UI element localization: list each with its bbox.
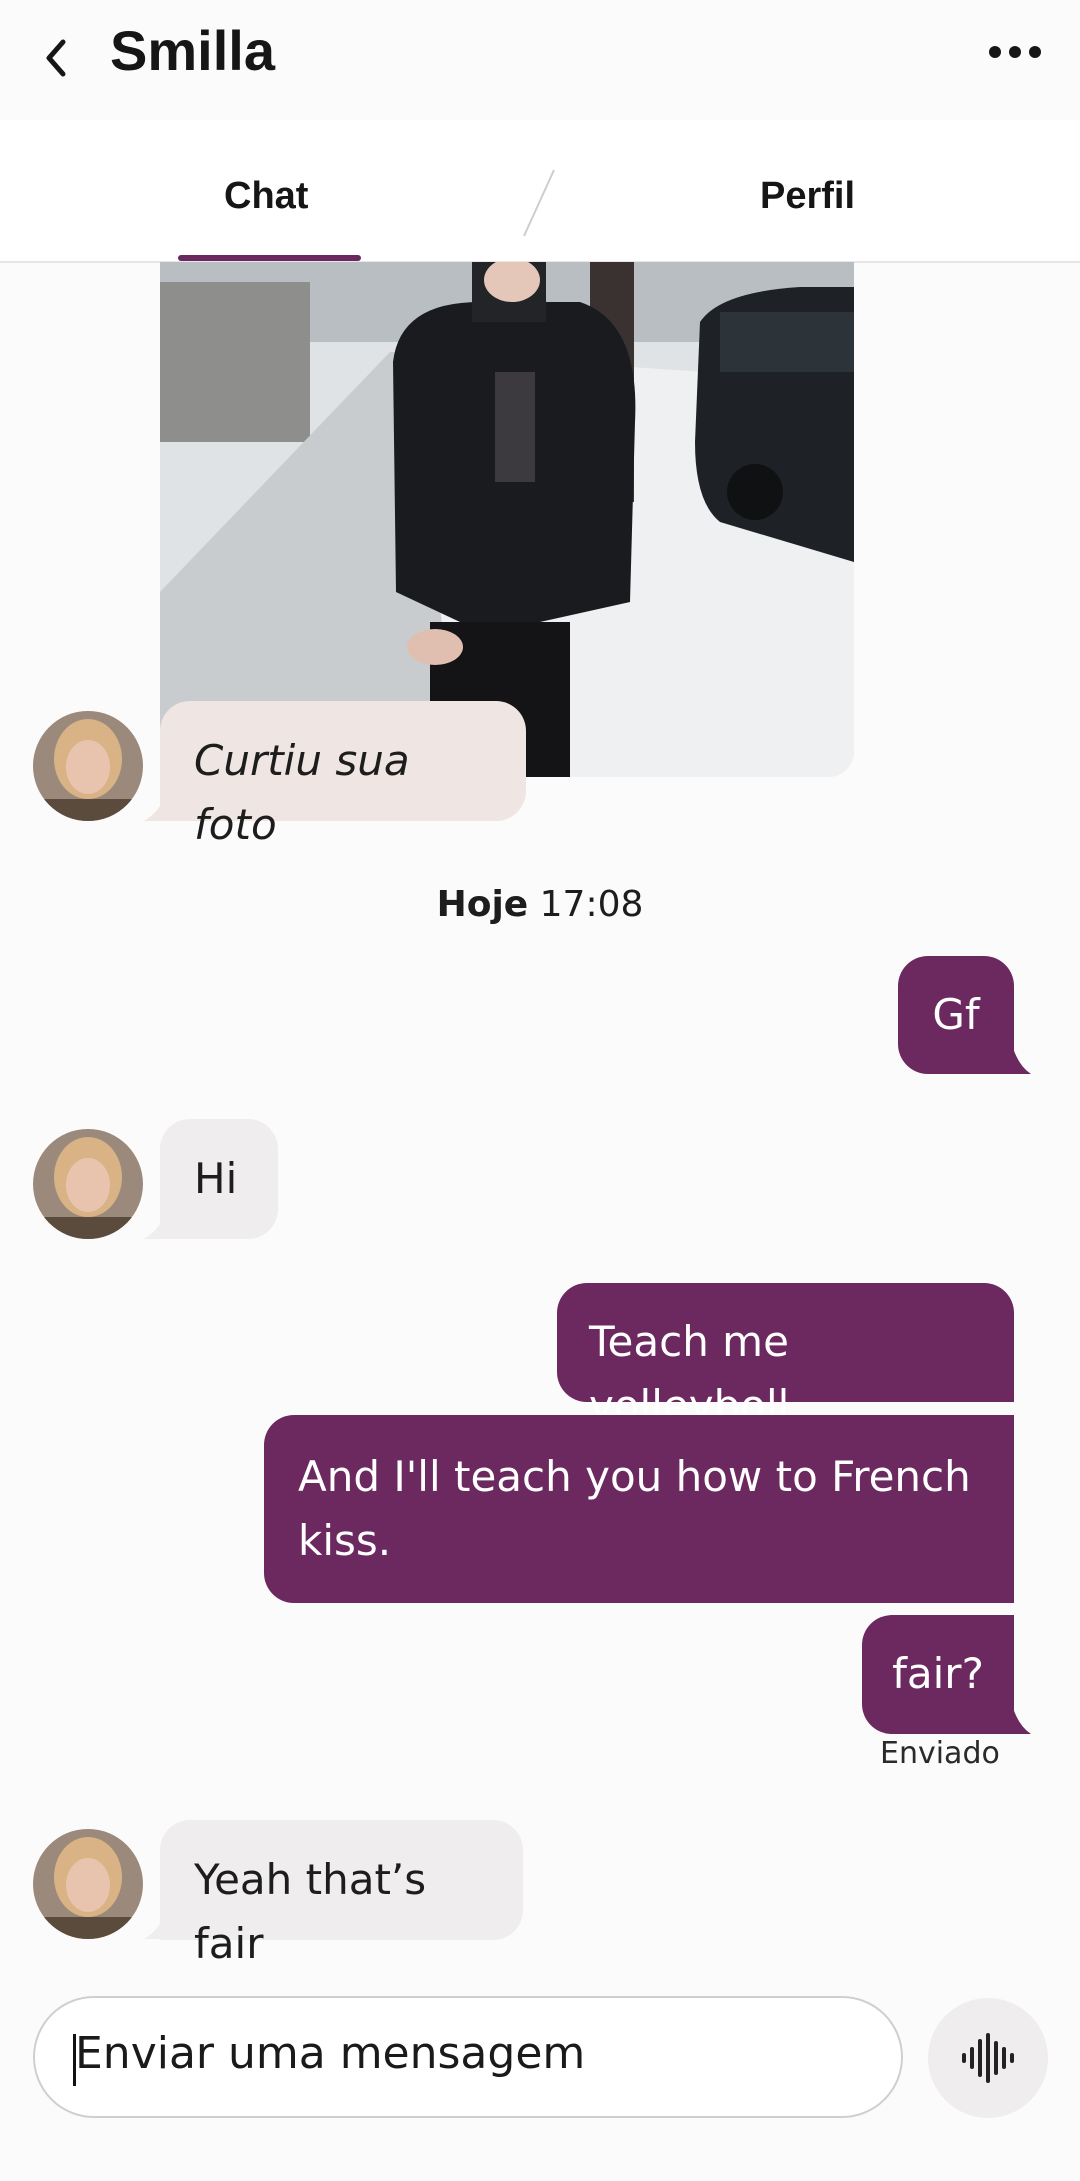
- sent-message-bubble[interactable]: fair?: [862, 1615, 1014, 1734]
- like-notification-bubble: Curtiu sua foto: [160, 701, 526, 849]
- bubble-tail: [1013, 1048, 1031, 1074]
- message-input-placeholder: Enviar uma mensagem: [75, 2028, 586, 2079]
- sent-message-bubble[interactable]: Teach me volleyboll: [557, 1283, 1014, 1430]
- avatar[interactable]: [33, 1829, 143, 1939]
- tab-perfil[interactable]: Perfil: [760, 175, 855, 218]
- tab-chat[interactable]: Chat: [224, 175, 308, 218]
- sent-message-bubble[interactable]: Gf: [898, 956, 1014, 1074]
- more-options-button[interactable]: [980, 30, 1050, 74]
- bubble-tail: [1013, 1708, 1031, 1734]
- active-tab-indicator: [178, 255, 361, 261]
- avatar[interactable]: [33, 711, 143, 821]
- message-status: Enviado: [880, 1736, 1000, 1771]
- date-time: 17:08: [539, 884, 644, 925]
- received-message-bubble[interactable]: Yeah that’s fair: [160, 1820, 523, 1968]
- message-text: fair?: [892, 1649, 984, 1698]
- like-notification-text: Curtiu sua foto: [194, 736, 410, 849]
- tab-divider: [523, 169, 555, 237]
- date-separator: Hoje 17:08: [0, 884, 1080, 925]
- message-text: Teach me volleyboll: [589, 1317, 790, 1430]
- avatar[interactable]: [33, 1129, 143, 1239]
- more-horizontal-icon: [989, 46, 1041, 58]
- message-text: Hi: [194, 1154, 238, 1203]
- chevron-left-icon: [46, 39, 66, 77]
- message-text: And I'll teach you how to French kiss.: [298, 1452, 971, 1565]
- voice-message-button[interactable]: [928, 1998, 1048, 2118]
- back-button[interactable]: [30, 28, 82, 88]
- message-input[interactable]: Enviar uma mensagem: [33, 1996, 903, 2118]
- message-text: Yeah that’s fair: [194, 1855, 427, 1968]
- top-bar: Smilla: [0, 0, 1080, 120]
- message-text: Gf: [932, 990, 980, 1039]
- tab-bar: Chat Perfil: [0, 120, 1080, 263]
- date-day: Hoje: [436, 884, 529, 925]
- liked-photo[interactable]: [160, 262, 854, 777]
- sent-message-bubble[interactable]: And I'll teach you how to French kiss.: [264, 1415, 1014, 1603]
- page-title: Smilla: [110, 19, 275, 82]
- received-message-bubble[interactable]: Hi: [160, 1119, 278, 1239]
- voice-waveform-icon: [962, 2033, 1014, 2083]
